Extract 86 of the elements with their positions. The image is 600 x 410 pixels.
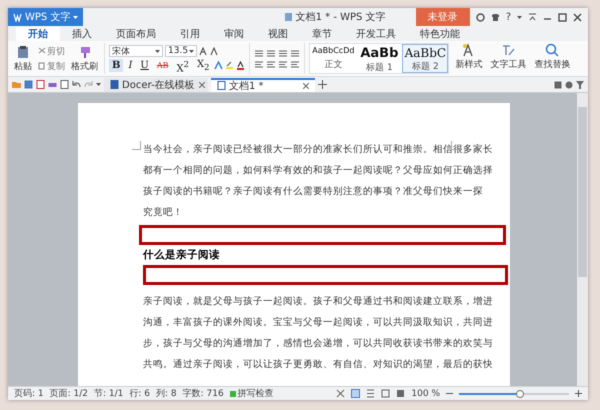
ribbon-tab[interactable]: 章节 [300,27,344,41]
ribbon-tab[interactable]: 引用 [168,27,212,41]
list-icon[interactable] [254,48,264,58]
new-style-button[interactable]: 新样式 [453,43,484,74]
ribbon-tab[interactable]: 开始 [16,27,60,41]
style-preset[interactable]: AaBbC 标题 2 [402,44,448,73]
list-icon[interactable] [266,48,276,58]
ribbon-tab[interactable]: 视图 [256,27,300,41]
paragraph-line: 都有一个相同的问题，如何科学有效的和孩子一起阅读呢？父母应如何正确选择 [143,164,493,178]
copy-button[interactable]: 复制 [37,60,66,72]
paragraph-line: 沟通，丰富孩子的课外阅读。宝宝与父母一起阅读，可以共同汲取知识，共同进 [143,316,493,330]
window-title: 文档1 * - WPS 文字 [296,10,386,24]
list-icon[interactable] [290,48,300,58]
add-icon[interactable] [318,80,327,89]
zoom-percent: 100 % [411,388,440,398]
close-icon[interactable] [303,82,309,88]
collapse-icon[interactable] [528,12,537,22]
search-icon[interactable] [545,43,560,57]
ribbon-tab[interactable]: 特色功能 [408,27,472,41]
dropdown-caret-icon[interactable] [517,16,522,18]
status-item: 列: 8 [156,388,177,400]
print-icon[interactable] [48,80,57,89]
shirt-icon[interactable] [490,12,500,22]
scissors-icon[interactable] [38,47,46,55]
font-color-icon[interactable] [236,61,246,70]
highlighter-icon[interactable] [225,61,234,70]
ribbon-tab[interactable]: 审阅 [212,27,256,41]
format-painter-button[interactable]: 格式刷 [69,44,100,72]
close-icon[interactable] [573,12,582,22]
find-replace-button[interactable]: 查找替换 [532,43,572,74]
clipboard-icon[interactable] [16,44,30,58]
zoom-in-icon[interactable] [575,390,582,397]
cut-button[interactable]: 剪切 [37,44,66,58]
font-size-dropdown[interactable]: 13.5 [165,45,197,57]
spell-check-button[interactable]: 拼写检查 [230,387,274,400]
paragraph-line: 共鸣。通过亲子阅读，可以让孩子更勇敢、有自信、对知识的渴望，最后的获快 [143,358,493,372]
list-icon[interactable] [278,48,288,58]
close-icon[interactable] [198,82,205,88]
text-tools-button[interactable]: 文字工具 [488,43,528,74]
undo-icon[interactable] [72,80,81,89]
pdf-icon[interactable] [36,80,45,89]
format-button[interactable]: X$_{2}$ [194,59,212,72]
ribbon-tab[interactable]: 插入 [60,27,104,41]
status-item: 字数: 716 [182,388,224,400]
align-icon[interactable] [266,60,276,68]
document-tab[interactable]: 文档1 * [211,78,315,92]
zoom-slider-handle[interactable] [516,390,524,398]
status-item: 节: 1/1 [94,388,124,400]
save-icon[interactable] [24,80,33,89]
status-item: 页码: 1 [14,388,44,400]
grow-font-icon[interactable] [199,46,208,56]
format-button[interactable]: AB [154,59,172,72]
format-button[interactable]: X$^{2}$ [174,59,192,72]
copy-icon[interactable] [38,62,46,70]
dropdown-caret-icon[interactable] [73,16,78,18]
format-button[interactable]: B [109,59,124,72]
align-icon[interactable] [290,60,300,68]
help-button[interactable]: ? [506,12,511,22]
ribbon-tab[interactable]: 页面布局 [104,27,168,41]
app-menu-button[interactable]: WPS 文字 [8,8,84,26]
dropdown-caret-icon[interactable] [96,83,101,86]
status-item: 页面: 1/2 [50,388,88,400]
page-view-icon[interactable] [351,389,360,398]
align-icon[interactable] [278,60,288,68]
format-button[interactable]: U [137,59,152,72]
section-heading: 什么是亲子阅读 [143,248,221,263]
outline-view-icon[interactable] [366,389,376,398]
vertical-scrollbar[interactable] [577,93,588,386]
paste-button[interactable]: 粘贴 [12,44,34,72]
maximize-icon[interactable] [558,12,567,22]
dropdown-caret-icon[interactable] [155,50,160,52]
document-tab[interactable]: Docer-在线模板 [104,78,208,92]
status-item: 行: 6 [129,388,150,400]
preview-icon[interactable] [60,80,69,89]
dropdown-caret-icon[interactable] [189,50,194,52]
paragraph-line: 究竟吧！ [143,206,183,220]
paragraph-line: 步，孩子与父母的沟通增加了，感情也会递增，可以共同收获读书带来的欢笑与 [143,337,493,351]
align-icon[interactable] [254,60,264,68]
text-tools-icon[interactable] [501,43,516,57]
paragraph-line: 孩子阅读的书籍呢？亲子阅读有什么需要特别注意的事项？准父母们快来一探 [143,185,483,199]
filter-icon[interactable] [576,80,584,88]
format-button[interactable]: I [125,59,136,72]
font-family-dropdown[interactable]: 宋体 [109,45,163,57]
paragraph-line: 亲子阅读，就是父母与孩子一起阅读。孩子和父母通过书和阅读建立联系，增进 [143,295,493,309]
zoom-out-icon[interactable] [446,390,453,397]
ribbon-tab[interactable]: 开发工具 [344,27,408,41]
